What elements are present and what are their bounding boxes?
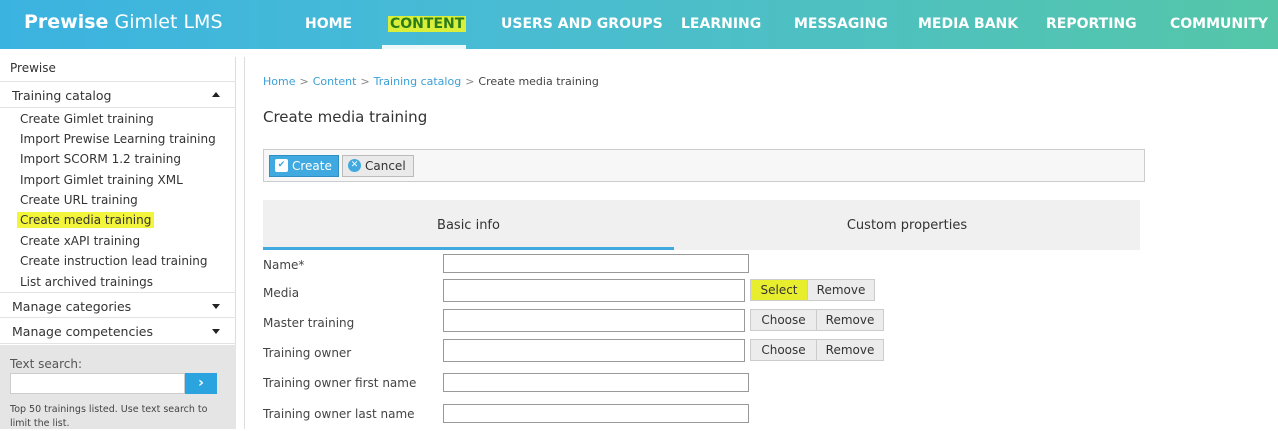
check-icon: ✔ xyxy=(275,159,288,172)
owner-last-name-label: Training owner last name xyxy=(263,407,415,421)
sidebar-link-create-gimlet-training[interactable]: Create Gimlet training xyxy=(20,112,154,126)
breadcrumb-content[interactable]: Content xyxy=(313,75,357,88)
sidebar-header: Prewise xyxy=(0,57,236,82)
sidebar-section-label: Manage categories xyxy=(12,299,132,314)
caret-down-icon xyxy=(212,329,220,334)
training-owner-field[interactable] xyxy=(443,339,745,362)
sidebar-section-manage-categories[interactable]: Manage categories xyxy=(0,292,236,318)
name-label: Name* xyxy=(263,258,305,272)
master-training-field[interactable] xyxy=(443,309,745,332)
sidebar-section-label: Manage competencies xyxy=(12,324,154,339)
owner-first-name-field[interactable] xyxy=(443,373,749,392)
sidebar-section-training-catalog[interactable]: Training catalog xyxy=(0,82,236,108)
breadcrumb-home[interactable]: Home xyxy=(263,75,295,88)
nav-community[interactable]: COMMUNITY xyxy=(1170,16,1268,32)
breadcrumb-separator: > xyxy=(299,75,309,88)
create-button[interactable]: ✔ Create xyxy=(269,155,339,177)
breadcrumb-separator: > xyxy=(465,75,475,88)
cancel-button[interactable]: ✕ Cancel xyxy=(342,155,414,177)
breadcrumb-training-catalog[interactable]: Training catalog xyxy=(374,75,462,88)
breadcrumb-current: Create media training xyxy=(478,75,599,88)
sidebar-link-create-xapi-training[interactable]: Create xAPI training xyxy=(20,234,140,248)
master-training-choose-button[interactable]: Choose xyxy=(750,309,817,331)
nav-reporting[interactable]: REPORTING xyxy=(1046,16,1137,32)
tab-basic-info[interactable]: Basic info xyxy=(263,200,674,250)
nav-active-indicator xyxy=(382,45,466,49)
tab-custom-properties[interactable]: Custom properties xyxy=(674,200,1140,250)
page-title: Create media training xyxy=(263,108,428,126)
training-owner-label: Training owner xyxy=(263,346,352,360)
sidebar-link-list-archived[interactable]: List archived trainings xyxy=(20,275,153,289)
nav-content[interactable]: CONTENT xyxy=(388,16,467,32)
sidebar-search-panel: Text search: › Top 50 trainings listed. … xyxy=(0,345,236,429)
sidebar: Prewise Training catalog Create Gimlet t… xyxy=(0,57,236,429)
media-field[interactable] xyxy=(443,279,745,302)
tab-bar: Basic info Custom properties xyxy=(263,200,1140,250)
close-icon: ✕ xyxy=(348,159,361,172)
search-submit-button[interactable]: › xyxy=(185,373,217,394)
cancel-button-label: Cancel xyxy=(365,159,406,173)
search-note: Top 50 trainings listed. Use text search… xyxy=(10,404,208,429)
create-button-label: Create xyxy=(292,159,332,173)
search-label: Text search: xyxy=(10,357,82,371)
search-input[interactable] xyxy=(10,373,185,394)
sidebar-link-import-scorm[interactable]: Import SCORM 1.2 training xyxy=(20,152,181,166)
top-header: Prewise Gimlet LMS HOME CONTENT USERS AN… xyxy=(0,0,1278,49)
main-content: Home > Content > Training catalog > Create med… xyxy=(244,57,1278,429)
nav-media-bank[interactable]: MEDIA BANK xyxy=(918,16,1018,32)
breadcrumb: Home > Content > Training catalog > Create med… xyxy=(263,75,599,88)
owner-first-name-label: Training owner first name xyxy=(263,376,417,390)
nav-messaging[interactable]: MESSAGING xyxy=(794,16,888,32)
nav-home[interactable]: HOME xyxy=(305,16,352,32)
sidebar-link-create-media-training[interactable]: Create media training xyxy=(17,212,155,228)
main-nav: HOME CONTENT USERS AND GROUPS LEARNING M… xyxy=(0,0,1278,49)
media-label: Media xyxy=(263,286,300,300)
caret-down-icon xyxy=(212,304,220,309)
nav-users-and-groups[interactable]: USERS AND GROUPS xyxy=(501,16,663,32)
master-training-remove-button[interactable]: Remove xyxy=(816,309,884,331)
caret-up-icon xyxy=(212,92,220,97)
training-owner-remove-button[interactable]: Remove xyxy=(816,339,884,361)
sidebar-section-manage-competencies[interactable]: Manage competencies xyxy=(0,318,236,344)
media-remove-button[interactable]: Remove xyxy=(807,279,875,301)
media-select-button[interactable]: Select xyxy=(750,279,808,301)
training-owner-choose-button[interactable]: Choose xyxy=(750,339,817,361)
sidebar-link-create-instruction-lead[interactable]: Create instruction lead training xyxy=(20,254,208,268)
sidebar-link-import-prewise-learning[interactable]: Import Prewise Learning training xyxy=(20,132,216,146)
breadcrumb-separator: > xyxy=(360,75,370,88)
sidebar-link-import-gimlet-xml[interactable]: Import Gimlet training XML xyxy=(20,173,183,187)
name-field[interactable] xyxy=(443,254,749,273)
toolbar: ✔ Create ✕ Cancel xyxy=(263,149,1145,182)
sidebar-section-label: Training catalog xyxy=(12,88,112,103)
sidebar-link-create-url-training[interactable]: Create URL training xyxy=(20,193,138,207)
owner-last-name-field[interactable] xyxy=(443,404,749,423)
master-training-label: Master training xyxy=(263,316,355,330)
nav-learning[interactable]: LEARNING xyxy=(681,16,761,32)
